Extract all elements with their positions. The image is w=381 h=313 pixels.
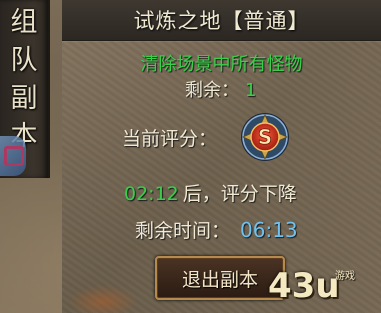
countdown-text: 后，评分下降 xyxy=(182,183,297,205)
grade-letter: S xyxy=(258,125,272,149)
exit-dungeon-button[interactable]: 退出副本 xyxy=(155,256,285,300)
time-remaining-value: 06:13 xyxy=(240,218,298,242)
watermark-small-text: 游戏 xyxy=(335,271,355,282)
objective-text: 清除场景中所有怪物 xyxy=(140,54,303,75)
remaining-monsters: 剩余： 1 xyxy=(185,76,256,102)
team-dungeon-tab[interactable]: 组队副本 xyxy=(0,0,50,178)
team-dungeon-tab-label: 组队副本 xyxy=(10,7,38,152)
time-remaining-label: 剩余时间： xyxy=(135,220,231,242)
site-watermark-logo: 43u xyxy=(268,266,340,306)
grade-s-badge-icon: S xyxy=(241,113,289,161)
panel-title: 试炼之地【普通】 xyxy=(133,9,310,33)
remaining-label: 剩余： xyxy=(185,80,239,101)
watermark-main: 43u xyxy=(268,266,340,306)
time-remaining: 剩余时间： 06:13 xyxy=(135,216,298,243)
chat-bubble-icon[interactable] xyxy=(0,136,26,176)
remaining-value: 1 xyxy=(245,80,257,101)
current-rating-label: 当前评分： xyxy=(122,128,218,150)
ground-effect xyxy=(68,285,138,313)
rating-countdown: 02:12 后，评分下降 xyxy=(124,179,297,206)
countdown-time: 02:12 xyxy=(124,183,179,205)
